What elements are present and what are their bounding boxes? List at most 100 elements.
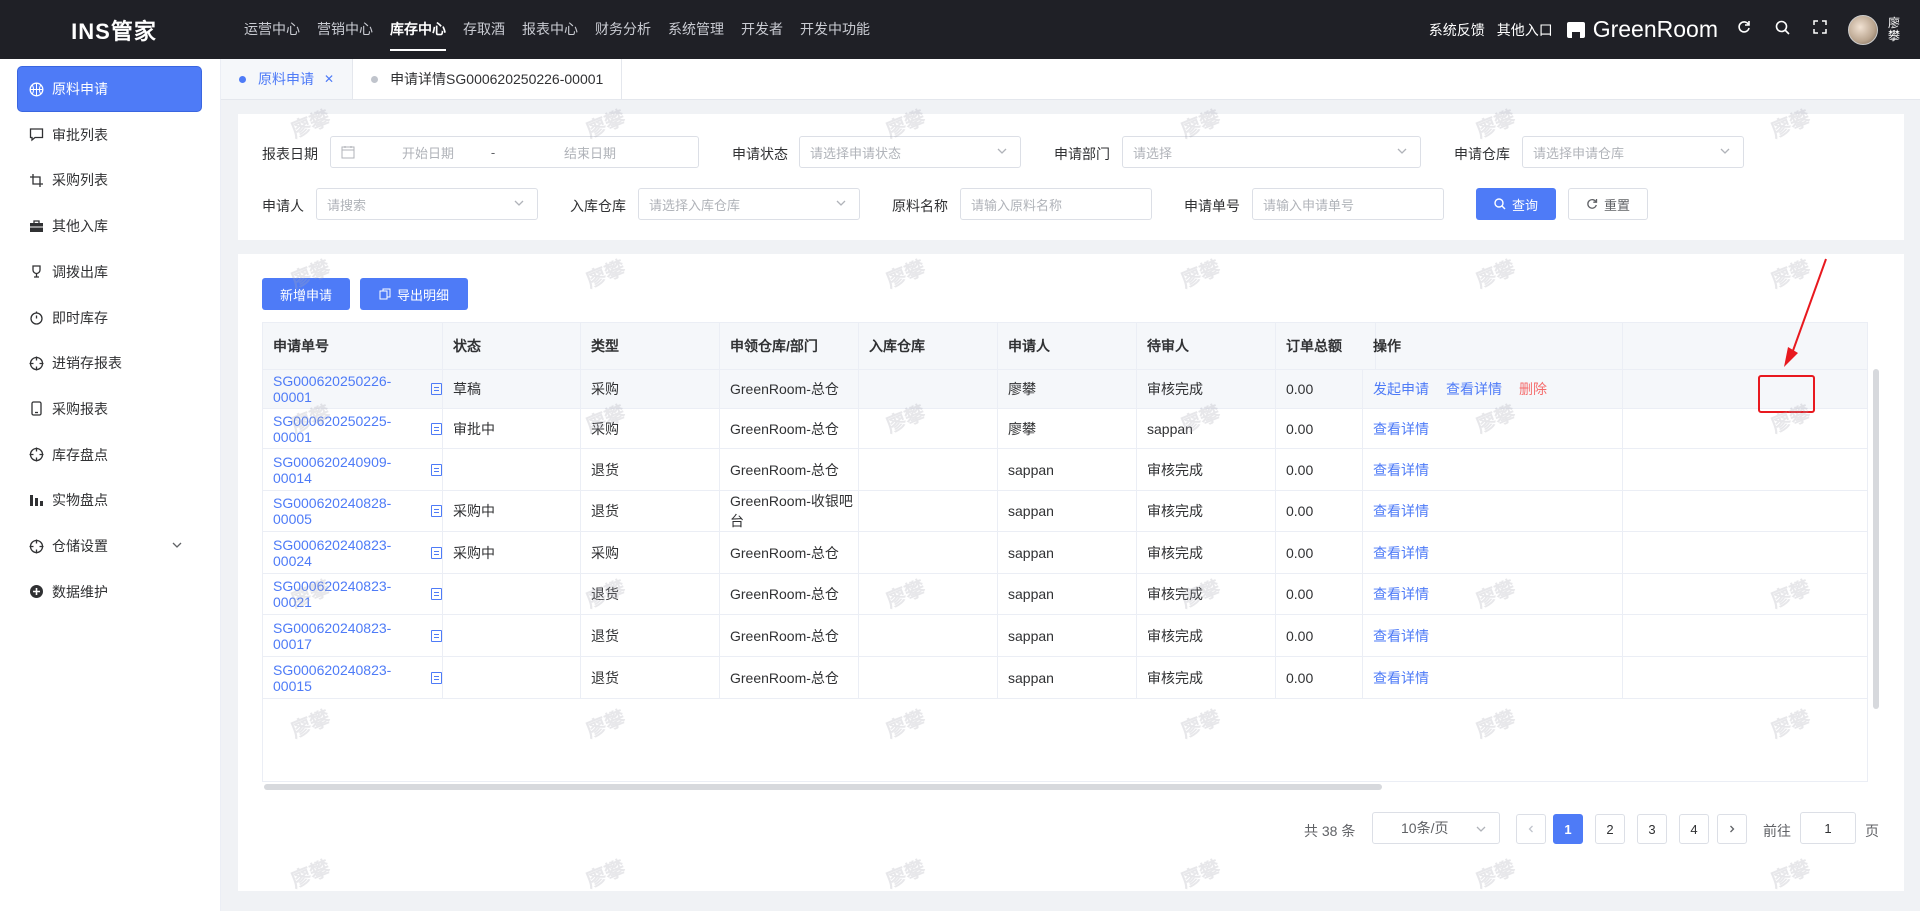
close-icon[interactable]: ✕ [324,72,334,86]
warehouse-select[interactable]: 请选择申请仓库 [1522,136,1744,168]
page-size-select[interactable]: 10条/页 [1372,812,1500,844]
table-row[interactable]: SG000620250225-00001 审批中 采购 GreenRoom-总仓 廖攀 s… [263,409,1867,449]
top-nav-item[interactable]: 存取酒 [463,0,505,59]
order-no-link[interactable]: SG000620240823-00015 [273,662,427,694]
sidebar-item[interactable]: 即时库存 [18,296,201,340]
feedback-link[interactable]: 系统反馈 [1429,20,1485,40]
table-cell[interactable]: SG000620250226-00001 [263,370,443,408]
export-detail-button[interactable]: 导出明细 [360,278,468,310]
sidebar-item[interactable]: 实物盘点 [18,478,201,522]
table-row[interactable]: SG000620250226-00001 草稿 采购 GreenRoom-总仓 廖攀 审核… [263,370,1867,409]
order-no-link[interactable]: SG000620240823-00024 [273,537,427,569]
view-detail-link[interactable]: 查看详情 [1446,379,1502,399]
dept-select[interactable]: 请选择 [1122,136,1421,168]
user-name[interactable]: 廖攀 [1888,16,1902,43]
sidebar-item[interactable]: 调拨出库 [18,250,201,294]
copy-icon[interactable] [431,463,442,476]
view-detail-link[interactable]: 查看详情 [1373,419,1429,439]
page-button[interactable]: 1 [1553,814,1583,844]
top-nav-item[interactable]: 系统管理 [668,0,724,59]
top-nav-item[interactable]: 库存中心 [390,0,446,59]
store-switcher[interactable]: GreenRoom [1566,16,1718,43]
page-button[interactable]: 2 [1595,814,1625,844]
top-nav-item[interactable]: 营销中心 [317,0,373,59]
copy-icon[interactable] [431,383,442,395]
top-bar: INS管家 运营中心 营销中心 库存中心 存取酒 报表中心 财务分析 系统管理 开发者 开发中功… [0,0,1920,59]
order-no-link[interactable]: SG000620250226-00001 [273,373,427,405]
sidebar-item[interactable]: 采购列表 [18,158,201,202]
copy-icon[interactable] [431,422,442,435]
copy-icon[interactable] [431,629,442,642]
copy-icon[interactable] [431,546,442,559]
table-row[interactable]: SG000620240823-00017 退货 GreenRoom-总仓 sappan… [263,615,1867,657]
table-cell[interactable]: SG000620240823-00017 [263,615,443,656]
reset-button[interactable]: 重置 [1568,188,1648,220]
other-entry-link[interactable]: 其他入口 [1497,20,1553,40]
view-detail-link[interactable]: 查看详情 [1373,460,1429,480]
material-input[interactable]: 请输入原料名称 [960,188,1152,220]
refresh-icon[interactable] [1732,20,1756,39]
table-row[interactable]: SG000620240909-00014 退货 GreenRoom-总仓 sappan… [263,449,1867,491]
add-apply-button[interactable]: 新增申请 [262,278,350,310]
order-no-link[interactable]: SG000620240823-00021 [273,578,427,610]
order-no-link[interactable]: SG000620240823-00017 [273,620,427,652]
table-cell[interactable]: SG000620240828-00005 [263,491,443,531]
page-button[interactable]: 3 [1637,814,1667,844]
sidebar-item[interactable]: 库存盘点 [18,433,201,477]
app-logo[interactable]: INS管家 [0,14,228,46]
table-cell[interactable]: SG000620250225-00001 [263,409,443,448]
goto-page-input[interactable]: 1 [1800,812,1856,844]
search-icon[interactable] [1770,20,1794,40]
date-range-picker[interactable]: 开始日期 - 结束日期 [330,136,699,168]
in-warehouse-select[interactable]: 请选择入库仓库 [638,188,860,220]
table-row[interactable]: SG000620240828-00005 采购中 退货 GreenRoom-收银吧台 s… [263,491,1867,532]
table-cell[interactable]: SG000620240823-00024 [263,532,443,573]
view-detail-link[interactable]: 查看详情 [1373,668,1429,688]
sidebar-item[interactable]: 采购报表 [18,387,201,431]
copy-icon[interactable] [431,505,442,517]
view-detail-link[interactable]: 查看详情 [1373,501,1429,521]
tab-apply-detail[interactable]: 申请详情SG000620250226-00001 [353,59,623,99]
order-no-link[interactable]: SG000620240828-00005 [273,495,427,527]
status-select[interactable]: 请选择申请状态 [799,136,1021,168]
copy-icon[interactable] [431,588,442,600]
sidebar-item[interactable]: 其他入库 [18,204,201,248]
table-cell[interactable]: SG000620240909-00014 [263,449,443,490]
top-nav-item[interactable]: 报表中心 [522,0,578,59]
copy-icon[interactable] [431,671,442,684]
tab-material-apply[interactable]: 原料申请 ✕ [221,59,354,99]
start-date-input[interactable]: 开始日期 [383,143,473,162]
table-cell[interactable]: SG000620240823-00021 [263,574,443,614]
top-nav-item[interactable]: 开发中功能 [800,0,870,59]
order-no-input[interactable]: 请输入申请单号 [1252,188,1444,220]
top-nav-item[interactable]: 财务分析 [595,0,651,59]
sidebar-item[interactable]: 数据维护 [18,570,201,614]
sidebar-item[interactable]: 审批列表 [18,113,201,157]
table-cell[interactable]: SG000620240823-00015 [263,657,443,698]
delete-link[interactable]: 删除 [1519,379,1547,399]
view-detail-link[interactable]: 查看详情 [1373,626,1429,646]
vertical-scrollbar[interactable] [1873,369,1879,709]
table-row[interactable]: SG000620240823-00015 退货 GreenRoom-总仓 sappan… [263,657,1867,699]
view-detail-link[interactable]: 查看详情 [1373,543,1429,563]
table-row[interactable]: SG000620240823-00024 采购中 采购 GreenRoom-总仓 sap… [263,532,1867,574]
query-button[interactable]: 查询 [1476,188,1556,220]
order-no-link[interactable]: SG000620240909-00014 [273,454,427,486]
end-date-input[interactable]: 结束日期 [545,143,635,162]
view-detail-link[interactable]: 查看详情 [1373,584,1429,604]
user-avatar[interactable] [1848,14,1878,45]
fullscreen-icon[interactable] [1808,20,1832,39]
page-button[interactable]: 4 [1679,814,1709,844]
sidebar-item[interactable]: 仓储设置 [18,524,201,568]
prev-page-button[interactable] [1516,814,1546,844]
sidebar-item[interactable]: 原料申请 [18,67,201,111]
table-row[interactable]: SG000620240823-00021 退货 GreenRoom-总仓 sappan… [263,574,1867,615]
applicant-select[interactable]: 请搜索 [316,188,538,220]
top-nav-item[interactable]: 运营中心 [244,0,300,59]
order-no-link[interactable]: SG000620250225-00001 [273,413,427,445]
next-page-button[interactable] [1717,814,1747,844]
sidebar-item[interactable]: 进销存报表 [18,341,201,385]
top-nav-item[interactable]: 开发者 [741,0,783,59]
horizontal-scrollbar[interactable] [264,784,1382,790]
submit-apply-link[interactable]: 发起申请 [1373,379,1429,399]
